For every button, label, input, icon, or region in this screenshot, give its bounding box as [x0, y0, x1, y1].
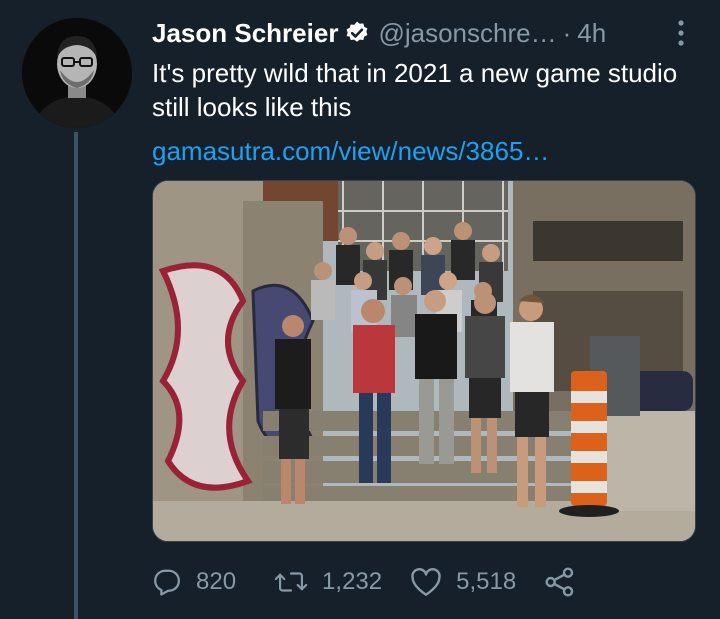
author-name[interactable]: Jason Schreier — [152, 18, 338, 49]
tweet-timestamp[interactable]: 4h — [577, 18, 606, 49]
separator-dot: · — [562, 17, 572, 48]
retweet-button[interactable]: 1,232 — [274, 567, 382, 597]
reply-icon — [152, 567, 182, 597]
tweet[interactable]: Jason Schreier @jasonschre… · 4h It's pr… — [0, 0, 720, 619]
tweet-text: It's pretty wild that in 2021 a new game… — [152, 58, 678, 122]
reply-button[interactable]: 820 — [152, 567, 236, 597]
tweet-actions: 820 1,232 5,518 — [152, 560, 576, 604]
tweet-header: Jason Schreier @jasonschre… · 4h — [152, 14, 606, 52]
share-button[interactable] — [544, 566, 576, 598]
like-button[interactable]: 5,518 — [410, 567, 516, 597]
author-handle[interactable]: @jasonschre… — [378, 18, 556, 49]
more-vertical-icon[interactable] — [674, 18, 688, 48]
tweet-link[interactable]: gamasutra.com/view/news/3865… — [152, 134, 549, 168]
verified-badge-icon — [344, 20, 370, 46]
like-count: 5,518 — [456, 568, 517, 595]
share-icon — [544, 566, 576, 598]
tweet-photo[interactable] — [152, 180, 696, 542]
avatar[interactable] — [22, 18, 132, 128]
retweet-icon — [274, 567, 308, 597]
retweet-count: 1,232 — [322, 568, 383, 595]
thread-line — [74, 132, 78, 619]
heart-icon — [410, 567, 442, 597]
reply-count: 820 — [196, 568, 237, 595]
